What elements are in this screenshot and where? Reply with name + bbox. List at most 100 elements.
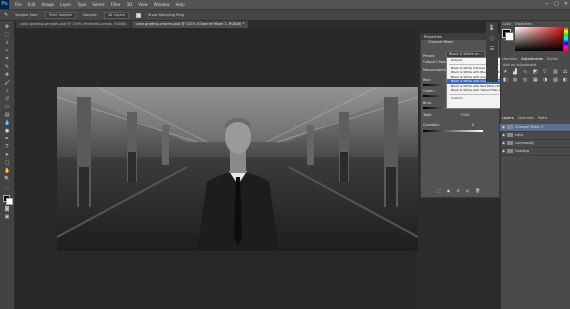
close-icon[interactable]: ✕ <box>564 1 568 7</box>
menu-filter[interactable]: Filter <box>111 2 121 7</box>
photo-garage-portrait <box>57 87 418 251</box>
eraser-tool-icon[interactable]: ▭ <box>4 105 10 110</box>
visibility-eye-icon[interactable]: ◉ <box>502 141 505 145</box>
blur-tool-icon[interactable]: 💧 <box>4 121 10 126</box>
dodge-tool-icon[interactable]: ● <box>4 129 10 134</box>
layer-row[interactable]: ◉ Channel Mixer 1 <box>500 124 570 132</box>
sample-select[interactable]: All Layers <box>104 11 130 19</box>
pen-tool-icon[interactable]: ✒ <box>4 137 10 142</box>
move-tool-icon[interactable]: ✥ <box>4 25 10 30</box>
adjustment-icon-grid: ☀ ▟ ∿ ◩ ▽ ▥ ⚖ ◧ ◍ ◎ ▦ ◑ ▨ ◐ <box>503 69 570 83</box>
layer-row[interactable]: ◉ Lens <box>500 132 570 140</box>
gradient-tool-icon[interactable]: ▤ <box>4 113 10 118</box>
visibility-eye-icon[interactable]: ◉ <box>502 133 505 137</box>
more-tools-icon[interactable]: … <box>4 185 10 190</box>
shape-tool-icon[interactable]: ▢ <box>4 161 10 166</box>
preset-option-yellow-filter[interactable]: Black & White with Yellow Filter (RGB) <box>447 88 501 93</box>
show-ring-checkbox[interactable] <box>136 12 142 18</box>
menu-edit[interactable]: Edit <box>28 2 36 7</box>
monochrome-label[interactable]: Monochrome <box>423 68 446 72</box>
brush-tool-icon[interactable]: 🖌 <box>4 81 10 86</box>
document-image[interactable] <box>57 87 418 251</box>
total-label: Total: <box>423 113 433 117</box>
menu-file[interactable]: File <box>15 2 22 7</box>
clone-stamp-tool-icon[interactable]: ⊥ <box>4 89 10 94</box>
color-panel-tabs: Color Swatches <box>502 22 532 26</box>
vibrance-icon[interactable]: ▽ <box>543 69 551 75</box>
sample-size-select[interactable]: Point Sample <box>44 11 76 19</box>
app-logo[interactable]: Ps <box>0 0 9 9</box>
healing-tool-icon[interactable]: ✚ <box>4 73 10 78</box>
zoom-tool-icon[interactable]: 🔍 <box>4 177 10 182</box>
menu-layer[interactable]: Layer <box>60 2 71 7</box>
crop-tool-icon[interactable]: ⌗ <box>4 57 10 62</box>
exposure-icon[interactable]: ◩ <box>533 69 541 75</box>
tab-paths[interactable]: Paths <box>538 116 548 120</box>
history-icon[interactable]: ⌛ <box>486 25 498 31</box>
type-tool-icon[interactable]: T <box>4 145 10 150</box>
black-white-icon[interactable]: ◧ <box>503 77 511 83</box>
eyedropper-tool-icon[interactable]: ✎ <box>4 65 10 70</box>
tab-layers[interactable]: Layers <box>502 116 514 120</box>
visibility-eye-icon[interactable]: ◉ <box>502 149 505 153</box>
hand-tool-icon[interactable]: ✋ <box>4 169 10 174</box>
reset-icon[interactable]: ↺ <box>456 188 459 193</box>
layer-name: Channel Mixer 1 <box>515 125 544 129</box>
tab-styles[interactable]: Styles <box>547 57 558 61</box>
visibility-icon[interactable]: ◎ <box>466 188 470 193</box>
hue-slider[interactable] <box>564 27 568 51</box>
background-color-swatch[interactable] <box>6 198 13 205</box>
layer-row[interactable]: ◉ Grading <box>500 148 570 156</box>
menu-image[interactable]: Image <box>41 2 54 7</box>
menu-3d[interactable]: 3D <box>127 2 133 7</box>
screen-mode-icon[interactable]: ▣ <box>4 215 10 220</box>
clip-icon[interactable]: ⬚ <box>437 188 441 193</box>
maximize-icon[interactable]: □ <box>554 1 559 7</box>
posterize-icon[interactable]: ▨ <box>553 77 561 83</box>
quick-mask-icon[interactable]: ◙ <box>4 207 10 212</box>
threshold-icon[interactable]: ◐ <box>563 77 570 83</box>
color-lookup-icon[interactable]: ▦ <box>533 77 541 83</box>
history-brush-tool-icon[interactable]: ↺ <box>4 97 10 102</box>
invert-icon[interactable]: ◑ <box>543 77 551 83</box>
quick-select-tool-icon[interactable]: ✧ <box>4 49 10 54</box>
layer-name: Luminosity <box>515 141 535 145</box>
constant-value[interactable]: 0 <box>472 123 474 127</box>
preset-option-custom[interactable]: Custom <box>447 96 501 101</box>
channel-mixer-icon[interactable]: ◎ <box>523 77 531 83</box>
properties-icon[interactable]: ☰ <box>486 46 498 52</box>
menu-window[interactable]: Window <box>154 2 170 7</box>
tab-document-1[interactable]: color-grading-samples.psd @ 100% (Portra… <box>16 21 132 28</box>
levels-icon[interactable]: ▟ <box>513 69 521 75</box>
marquee-tool-icon[interactable]: ⬚ <box>4 33 10 38</box>
color-swatches[interactable] <box>500 27 514 41</box>
tab-document-2[interactable]: color-grading-charms.psd @ 121% (Channel… <box>131 21 250 28</box>
tab-swatches[interactable]: Swatches <box>515 22 532 26</box>
menu-view[interactable]: View <box>138 2 148 7</box>
preset-label: Preset: <box>423 54 436 58</box>
color-balance-icon[interactable]: ⚖ <box>563 69 570 75</box>
path-select-tool-icon[interactable]: ➤ <box>4 153 10 158</box>
lasso-tool-icon[interactable]: ↄ <box>4 41 10 46</box>
trash-icon[interactable]: 🗑 <box>475 188 480 193</box>
layer-row[interactable]: ◉ Luminosity <box>500 140 570 148</box>
menu-help[interactable]: Help <box>175 2 184 7</box>
minimize-icon[interactable]: − <box>545 1 549 7</box>
eyedropper-icon[interactable]: ✎ <box>4 12 8 18</box>
menu-type[interactable]: Type <box>77 2 86 7</box>
view-previous-icon[interactable]: ◉ <box>447 188 451 193</box>
tab-libraries[interactable]: Libraries <box>502 57 517 61</box>
tab-color[interactable]: Color <box>502 22 511 26</box>
curves-icon[interactable]: ∿ <box>523 69 531 75</box>
hue-saturation-icon[interactable]: ▥ <box>553 69 561 75</box>
menu-select[interactable]: Select <box>92 2 104 7</box>
photo-filter-icon[interactable]: ◍ <box>513 77 521 83</box>
info-icon[interactable]: ⓘ <box>486 35 498 42</box>
tab-channels[interactable]: Channels <box>518 116 534 120</box>
color-picker-field[interactable] <box>515 27 563 51</box>
constant-slider[interactable] <box>423 130 483 132</box>
blue-label: Blue: <box>423 101 432 105</box>
tab-adjustments[interactable]: Adjustments <box>521 57 543 61</box>
brightness-icon[interactable]: ☀ <box>503 69 511 75</box>
visibility-eye-icon[interactable]: ◉ <box>502 125 505 129</box>
